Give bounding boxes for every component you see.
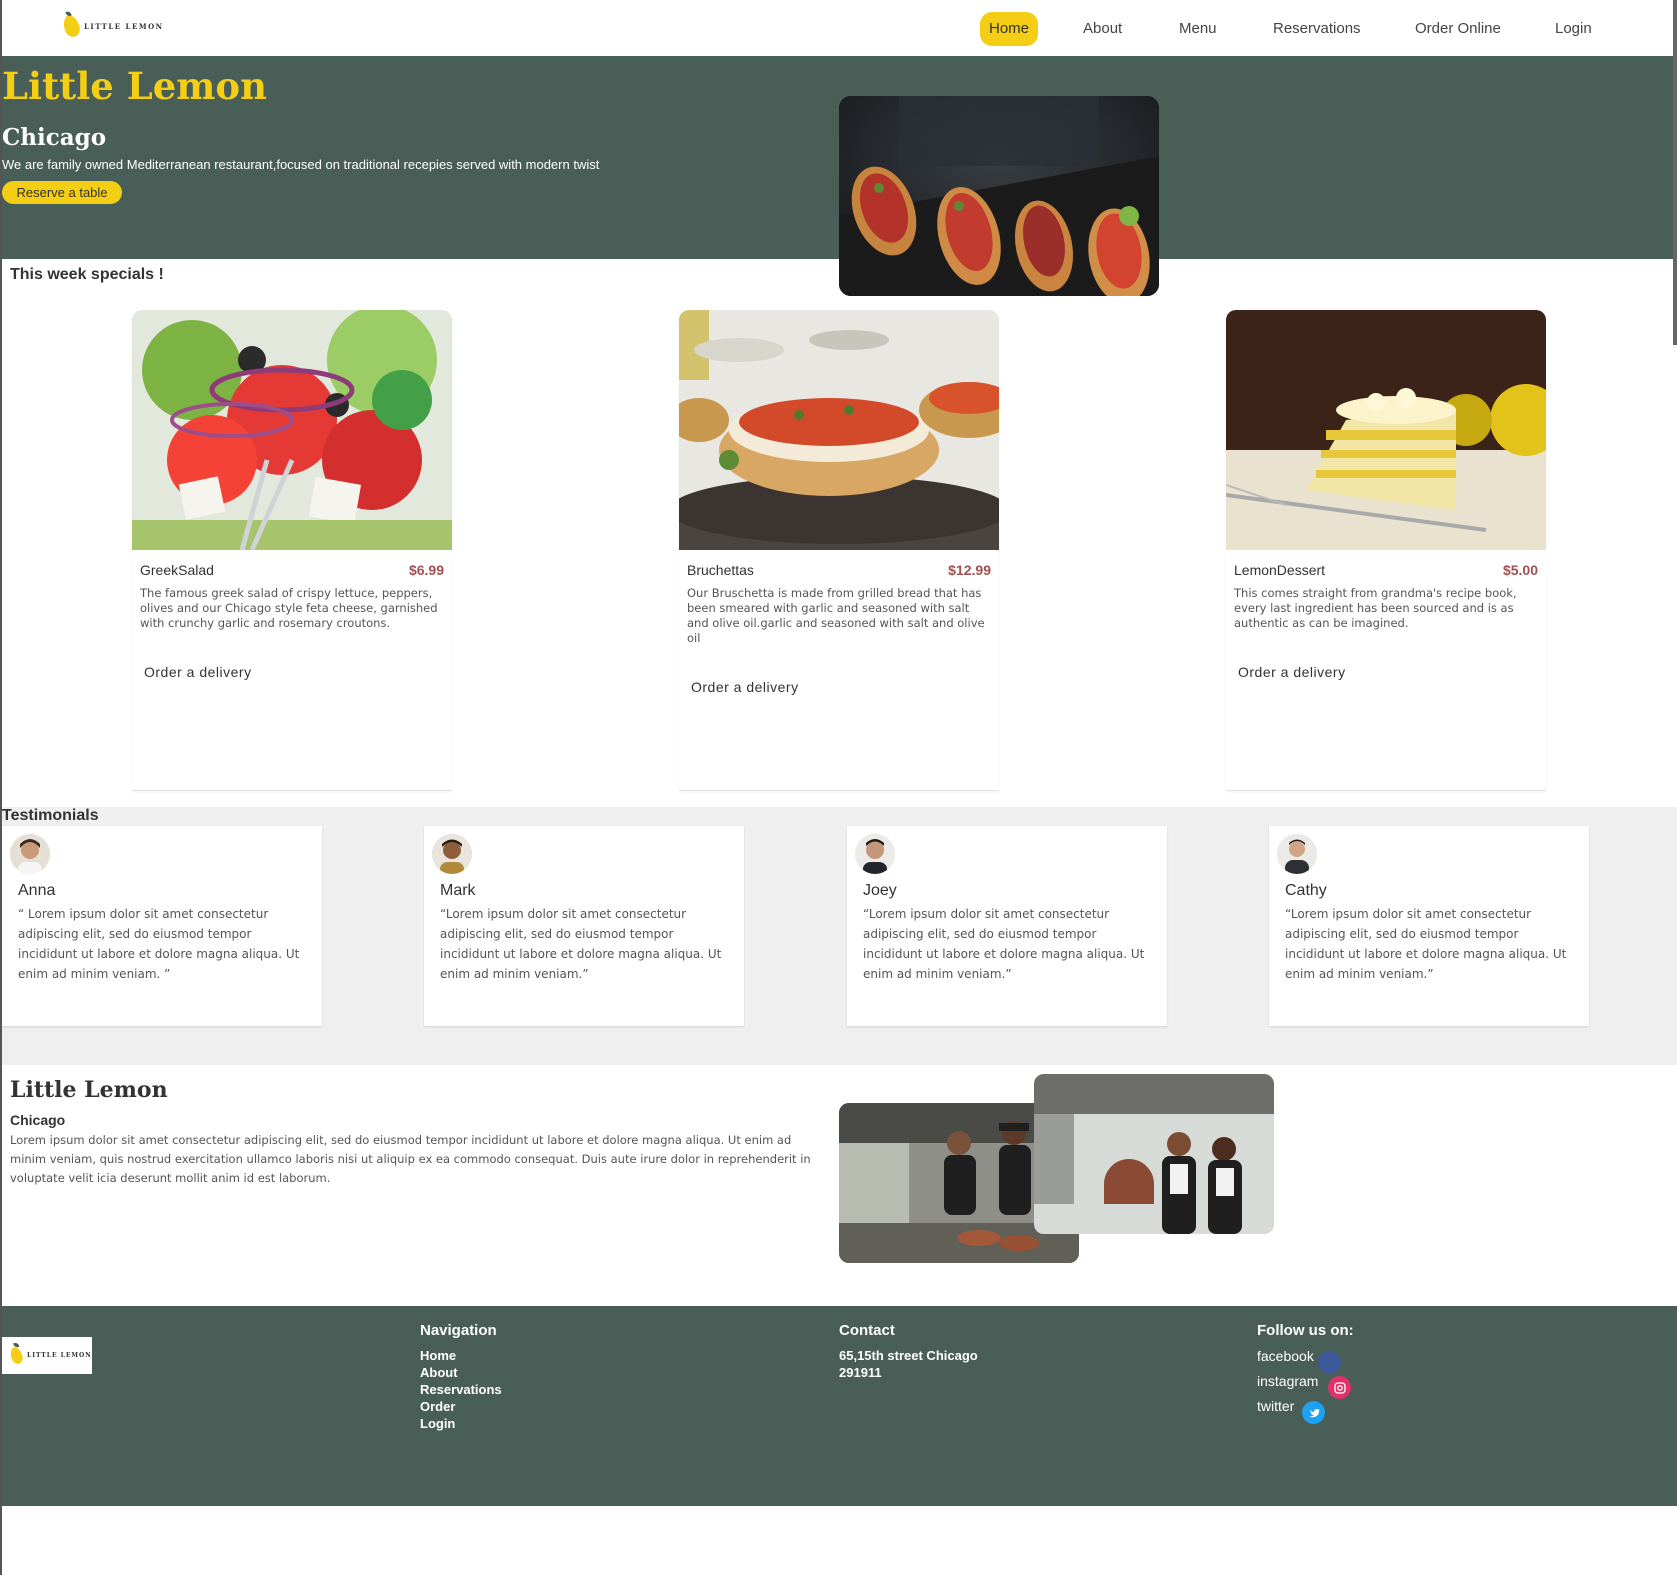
bruschetta-image [679,310,999,550]
special-price: $12.99 [948,562,991,578]
testimonial-card: Joey “Lorem ipsum dolor sit amet consect… [847,826,1167,1026]
social-instagram[interactable]: instagram [1257,1372,1354,1399]
special-name: GreekSalad [140,562,214,578]
avatar [855,834,895,874]
footer-nav-title: Navigation [420,1322,497,1339]
lemon-icon [8,1345,25,1366]
hero-title: Little Lemon [2,64,268,108]
hero-city: Chicago [2,124,107,151]
special-name: Bruchettas [687,562,754,578]
page-left-edge [0,0,2,1575]
avatar [432,834,472,874]
social-facebook[interactable]: facebook [1257,1347,1354,1374]
testimonial-name: Cathy [1285,882,1327,899]
testimonial-name: Joey [863,882,897,899]
special-description: The famous greek salad of crispy lettuce… [140,586,438,630]
testimonial-name: Mark [440,882,476,899]
testimonial-quote: “ Lorem ipsum dolor sit amet consectetur… [18,907,300,981]
footer-follow-title: Follow us on: [1257,1322,1354,1339]
facebook-label: facebook [1257,1348,1314,1364]
instagram-icon[interactable] [1328,1376,1351,1399]
nav-about[interactable]: About [1074,12,1131,46]
footer-follow: Follow us on: facebook instagram twitter [1257,1322,1354,1424]
footer-link-reservations[interactable]: Reservations [420,1381,502,1398]
testimonial-card: Cathy “Lorem ipsum dolor sit amet consec… [1269,826,1589,1026]
footer-navigation: Navigation Home About Reservations Order… [420,1322,502,1432]
twitter-icon[interactable] [1302,1401,1325,1424]
hero-description: We are family owned Mediterranean restau… [2,157,600,172]
reserve-table-button[interactable]: Reserve a table [2,181,122,204]
testimonial-card: Mark “Lorem ipsum dolor sit amet consect… [424,826,744,1026]
greek-salad-image [132,310,452,550]
order-delivery-link[interactable]: Order a delivery [691,679,799,695]
footer-link-home[interactable]: Home [420,1347,502,1364]
nav-links: Home About Menu Reservations Order Onlin… [0,0,1677,56]
top-nav: LITTLE LEMON Home About Menu Reservation… [0,0,1677,56]
testimonial-name: Anna [18,882,56,899]
avatar [1277,834,1317,874]
chefs-kitchen-image [1034,1074,1274,1234]
special-price: $5.00 [1502,562,1538,578]
testimonial-quote: “Lorem ipsum dolor sit amet consectetur … [440,907,722,981]
avatar [10,834,50,874]
footer-link-login[interactable]: Login [420,1415,502,1432]
special-card: LemonDessert $5.00 This comes straight f… [1226,310,1546,791]
footer-link-about[interactable]: About [420,1364,502,1381]
social-twitter[interactable]: twitter [1257,1397,1354,1424]
order-delivery-link[interactable]: Order a delivery [1238,664,1346,680]
special-description: Our Bruschetta is made from grilled brea… [687,586,985,645]
facebook-icon[interactable] [1318,1351,1341,1374]
specials-title: This week specials ! [10,266,164,283]
testimonial-quote: “Lorem ipsum dolor sit amet consectetur … [863,907,1145,981]
contact-postcode: 291911 [839,1365,882,1380]
footer-logo[interactable]: LITTLE LEMON [2,1337,92,1374]
special-price: $6.99 [408,562,444,578]
footer-contact-title: Contact [839,1322,895,1339]
about-title: Little Lemon [10,1077,168,1103]
order-delivery-link[interactable]: Order a delivery [144,664,252,680]
footer-link-order[interactable]: Order [420,1398,502,1415]
nav-reservations[interactable]: Reservations [1264,12,1370,46]
special-name: LemonDessert [1234,562,1326,578]
hero-food-image [839,96,1159,296]
testimonial-card: Anna “ Lorem ipsum dolor sit amet consec… [2,826,322,1026]
contact-address: 65,15th street Chicago [839,1348,978,1363]
instagram-label: instagram [1257,1373,1319,1389]
testimonial-quote: “Lorem ipsum dolor sit amet consectetur … [1285,907,1567,981]
nav-menu[interactable]: Menu [1170,12,1226,46]
lemon-dessert-image [1226,310,1546,550]
special-description: This comes straight from grandma's recip… [1234,586,1517,630]
nav-login[interactable]: Login [1546,12,1601,46]
about-text: Lorem ipsum dolor sit amet consectetur a… [10,1133,811,1185]
special-card: GreekSalad $6.99 The famous greek salad … [132,310,452,791]
testimonials-title: Testimonials [2,807,99,824]
scrollbar[interactable] [1673,0,1677,345]
logo-text: LITTLE LEMON [27,1352,92,1359]
about-city: Chicago [10,1112,66,1128]
special-card: Bruchettas $12.99 Our Bruschetta is made… [679,310,999,791]
nav-order-online[interactable]: Order Online [1406,12,1510,46]
nav-home[interactable]: Home [980,12,1039,46]
footer-contact: Contact 65,15th street Chicago 291911 [839,1322,978,1381]
twitter-label: twitter [1257,1398,1295,1414]
